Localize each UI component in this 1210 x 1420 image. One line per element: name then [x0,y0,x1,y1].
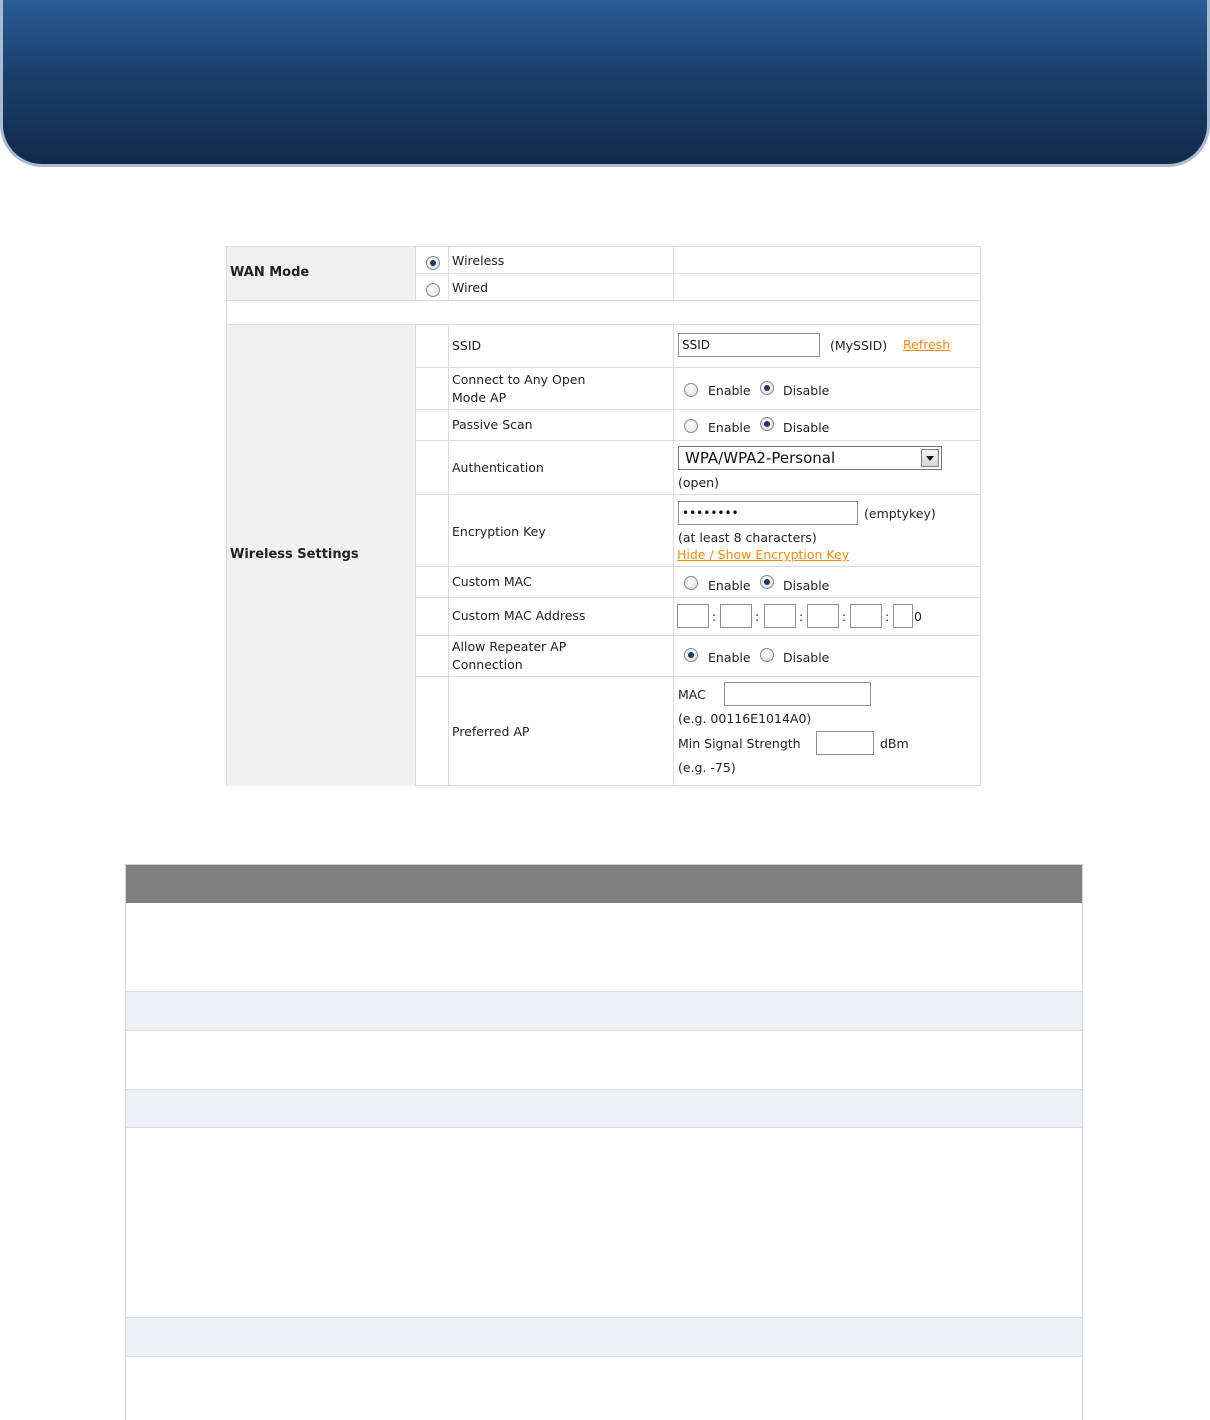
table-row [126,1128,1082,1318]
ssid-hint: (MySSID) [830,338,888,353]
min-signal-label: Min Signal Strength [678,736,801,751]
encryption-key-label: Encryption Key [452,524,546,539]
passive-scan-enable-label: Enable [708,420,751,435]
min-signal-input[interactable] [816,731,874,755]
allow-repeater-label-1: Allow Repeater AP [452,639,567,654]
passive-scan-enable-radio[interactable] [684,419,698,433]
wireless-radio[interactable] [426,256,440,270]
wireless-option-label: Wireless [452,253,505,268]
header-banner [0,0,1210,167]
allow-repeater-disable-radio[interactable] [760,648,774,662]
encryption-key-input[interactable]: •••••••• [678,501,858,525]
mac-octet-2-input[interactable] [720,604,752,628]
mac-octet-6-value: 0 [914,609,922,624]
ssid-input[interactable]: SSID [678,333,820,357]
table-row [126,1318,1082,1357]
custom-mac-enable-label: Enable [708,578,751,593]
preferred-ap-label: Preferred AP [452,724,530,739]
min-signal-unit: dBm [880,736,909,751]
mac-octet-1-input[interactable] [677,604,709,628]
connect-any-disable-label: Disable [783,383,830,398]
wan-mode-label: WAN Mode [230,265,310,280]
authentication-selected-value: WPA/WPA2-Personal [685,449,836,467]
preferred-ap-mac-input[interactable] [724,682,871,706]
mac-octet-6-input[interactable] [893,604,913,628]
custom-mac-label: Custom MAC [452,574,532,589]
custom-mac-disable-label: Disable [783,578,830,593]
mac-octet-4-input[interactable] [807,604,839,628]
mac-separator: : [712,609,717,624]
passive-scan-disable-radio[interactable] [760,417,774,431]
table-row [126,992,1082,1031]
mac-octet-5-input[interactable] [850,604,882,628]
connect-any-label-2: Mode AP [452,390,507,405]
allow-repeater-label-2: Connection [452,657,523,672]
wired-radio[interactable] [426,283,440,297]
allow-repeater-enable-label: Enable [708,650,751,665]
wan-settings-table: WAN Mode Wireless Wired Wireless Setting… [226,246,981,786]
table-row [126,903,1082,992]
min-signal-example: (e.g. -75) [678,760,736,775]
mac-octet-3-input[interactable] [764,604,796,628]
table-row [126,1031,1082,1090]
mac-separator: : [885,609,890,624]
preferred-ap-mac-label: MAC [678,687,706,702]
custom-mac-address-label: Custom MAC Address [452,608,586,623]
connect-any-label-1: Connect to Any Open [452,372,586,387]
encryption-key-hint: (emptykey) [864,506,936,521]
authentication-select[interactable]: WPA/WPA2-Personal [678,446,942,470]
chevron-down-icon[interactable] [921,449,939,467]
wireless-settings-label: Wireless Settings [230,547,359,562]
encryption-key-note: (at least 8 characters) [678,530,817,545]
connect-any-disable-radio[interactable] [760,381,774,395]
authentication-hint: (open) [678,475,719,490]
description-table-header [126,865,1082,903]
description-table [125,864,1083,1420]
refresh-link[interactable]: Refresh [903,337,950,352]
table-row [126,1090,1082,1128]
mac-separator: : [799,609,804,624]
table-row [126,1357,1082,1420]
passive-scan-label: Passive Scan [452,417,533,432]
preferred-ap-mac-example: (e.g. 00116E1014A0) [678,711,812,726]
allow-repeater-disable-label: Disable [783,650,830,665]
hide-show-key-link[interactable]: Hide / Show Encryption Key [677,547,849,562]
wired-option-label: Wired [452,280,489,295]
passive-scan-disable-label: Disable [783,420,830,435]
ssid-label: SSID [452,338,482,353]
custom-mac-enable-radio[interactable] [684,576,698,590]
connect-any-enable-label: Enable [708,383,751,398]
allow-repeater-enable-radio[interactable] [684,648,698,662]
custom-mac-disable-radio[interactable] [760,575,774,589]
connect-any-enable-radio[interactable] [684,383,698,397]
mac-separator: : [755,609,760,624]
authentication-label: Authentication [452,460,544,475]
mac-separator: : [842,609,847,624]
